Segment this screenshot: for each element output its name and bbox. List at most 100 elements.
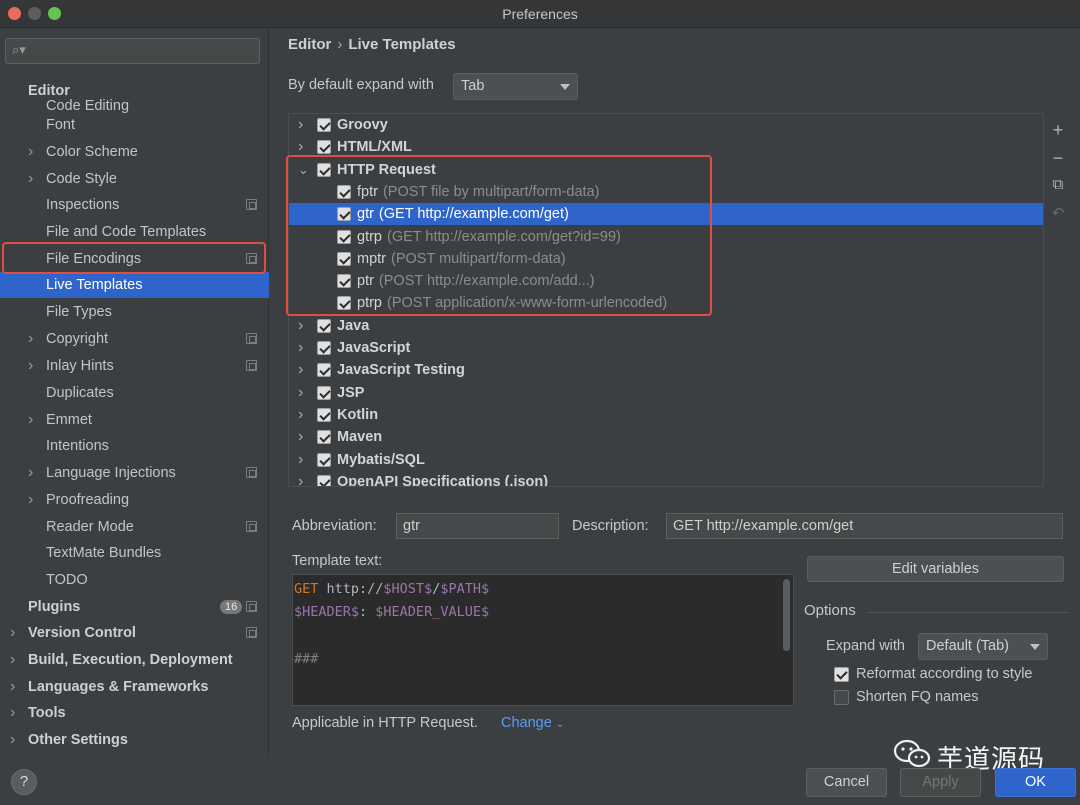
sidebar-item-file-types[interactable]: File Types <box>0 299 269 325</box>
chevron-right-icon[interactable]: › <box>298 449 303 471</box>
template-text-scrollbar[interactable] <box>783 579 790 651</box>
cancel-button[interactable]: Cancel <box>806 768 887 797</box>
chevron-right-icon[interactable]: › <box>28 353 33 379</box>
group-checkbox[interactable] <box>317 430 331 445</box>
ok-button[interactable]: OK <box>995 768 1076 797</box>
group-checkbox[interactable] <box>317 385 331 400</box>
template-token: GET <box>294 581 319 597</box>
template-group-row[interactable]: › OpenAPI Specifications (.json) <box>289 471 1043 487</box>
group-checkbox[interactable] <box>317 341 331 355</box>
template-text-label: Template text: <box>292 553 383 569</box>
options-divider <box>868 612 1068 613</box>
chevron-right-icon[interactable]: › <box>28 326 33 352</box>
sidebar-item-todo[interactable]: TODO <box>0 567 269 593</box>
change-context-link[interactable]: Change ⌄ <box>501 715 564 731</box>
sidebar-item-label: Plugins <box>28 599 81 615</box>
minus-icon[interactable]: − <box>1050 148 1066 169</box>
plus-icon[interactable]: + <box>1050 120 1066 141</box>
sidebar-item-label: Tools <box>28 705 66 721</box>
description-input[interactable]: GET http://example.com/get <box>666 513 1063 539</box>
sidebar-item-intentions[interactable]: Intentions <box>0 433 269 459</box>
sidebar-item-version-control[interactable]: › Version Control <box>0 620 269 646</box>
sidebar-item-code-style[interactable]: › Code Style <box>0 166 269 192</box>
chevron-right-icon[interactable]: › <box>10 674 15 700</box>
breadcrumb-parent[interactable]: Editor <box>288 36 331 53</box>
wechat-icon <box>893 739 931 768</box>
sidebar-item-font[interactable]: Font <box>0 112 269 138</box>
sidebar-item-inlay-hints[interactable]: › Inlay Hints <box>0 353 269 379</box>
sidebar-item-proofreading[interactable]: › Proofreading <box>0 487 269 513</box>
chevron-right-icon[interactable]: › <box>298 315 303 337</box>
template-group-row[interactable]: › Kotlin <box>289 404 1043 426</box>
sidebar-item-plugins[interactable]: Plugins 16 <box>0 594 269 620</box>
chevron-right-icon[interactable]: › <box>10 647 15 673</box>
sidebar-item-languages-frameworks[interactable]: › Languages & Frameworks <box>0 674 269 700</box>
template-text-editor[interactable]: GET http://$HOST$/$PATH$ $HEADER$: $HEADE… <box>292 574 794 706</box>
template-group-row[interactable]: › JSP <box>289 382 1043 404</box>
sidebar-item-label: Copyright <box>46 331 109 347</box>
chevron-right-icon[interactable]: › <box>298 382 303 404</box>
template-group-row[interactable]: › Groovy <box>289 114 1043 136</box>
template-group-row[interactable]: › Maven <box>289 426 1043 448</box>
chevron-right-icon[interactable]: › <box>298 426 303 448</box>
sidebar-item-label: Build, Execution, Deployment <box>28 652 233 668</box>
template-group-name: JavaScript <box>337 340 411 356</box>
chevron-right-icon[interactable]: › <box>298 471 303 486</box>
sidebar-item-language-injections[interactable]: › Language Injections <box>0 460 269 486</box>
chevron-right-icon[interactable]: › <box>28 407 33 433</box>
sidebar-item-copyright[interactable]: › Copyright <box>0 326 269 352</box>
edit-variables-button[interactable]: Edit variables <box>807 556 1064 582</box>
chevron-right-icon[interactable]: › <box>298 404 303 426</box>
sidebar-item-duplicates[interactable]: Duplicates <box>0 380 269 406</box>
sidebar-item-textmate-bundles[interactable]: TextMate Bundles <box>0 540 269 566</box>
template-group-row[interactable]: › Java <box>289 315 1043 337</box>
sidebar-item-label: Inlay Hints <box>46 358 114 374</box>
breadcrumb-separator: › <box>337 36 343 53</box>
reformat-checkbox[interactable] <box>834 667 849 682</box>
chevron-down-icon: ⌄ <box>555 719 565 730</box>
chevron-right-icon[interactable]: › <box>28 487 33 513</box>
chevron-right-icon[interactable]: › <box>28 139 33 165</box>
group-checkbox[interactable] <box>317 363 331 378</box>
project-settings-icon <box>246 467 257 478</box>
template-text-line: $HEADER$: $HEADER_VALUE$ <box>294 601 793 624</box>
sidebar-item-tools[interactable]: › Tools <box>0 700 269 726</box>
group-checkbox[interactable] <box>317 452 331 467</box>
sidebar-item-color-scheme[interactable]: › Color Scheme <box>0 139 269 165</box>
apply-button[interactable]: Apply <box>900 768 981 797</box>
sidebar-item-live-templates[interactable]: Live Templates <box>0 272 269 298</box>
help-button[interactable]: ? <box>11 769 37 795</box>
chevron-right-icon[interactable]: › <box>298 359 303 381</box>
chevron-right-icon[interactable]: › <box>298 337 303 359</box>
template-group-name: OpenAPI Specifications (.json) <box>337 473 549 487</box>
duplicate-icon[interactable]: ⧉ <box>1050 176 1066 193</box>
sidebar-item-build-execution-deployment[interactable]: › Build, Execution, Deployment <box>0 647 269 673</box>
sidebar-item-label: Color Scheme <box>46 144 138 160</box>
revert-icon[interactable]: ↶ <box>1050 204 1066 222</box>
sidebar-item-reader-mode[interactable]: Reader Mode <box>0 514 269 540</box>
chevron-right-icon[interactable]: › <box>28 460 33 486</box>
default-expand-select[interactable]: Tab <box>453 73 578 100</box>
search-input[interactable]: ⌕▾ <box>5 38 260 64</box>
expand-with-select[interactable]: Default (Tab) <box>918 633 1048 660</box>
template-group-row[interactable]: › JavaScript <box>289 337 1043 359</box>
sidebar-item-inspections[interactable]: Inspections <box>0 192 269 218</box>
chevron-right-icon[interactable]: › <box>28 166 33 192</box>
template-token: $HEADER_VALUE$ <box>375 604 490 620</box>
chevron-right-icon[interactable]: › <box>10 727 15 753</box>
sidebar-item-emmet[interactable]: › Emmet <box>0 407 269 433</box>
abbreviation-input[interactable]: gtr <box>396 513 559 539</box>
sidebar-item-other-settings[interactable]: › Other Settings <box>0 727 269 753</box>
chevron-right-icon[interactable]: › <box>10 620 15 646</box>
group-checkbox[interactable] <box>317 474 331 486</box>
chevron-right-icon[interactable]: › <box>298 114 303 136</box>
template-group-row[interactable]: › JavaScript Testing <box>289 359 1043 381</box>
chevron-right-icon[interactable]: › <box>10 700 15 726</box>
group-checkbox[interactable] <box>317 140 331 155</box>
group-checkbox[interactable] <box>317 118 331 132</box>
shorten-fq-checkbox[interactable] <box>834 690 849 705</box>
template-token: $HEADER$ <box>294 604 360 620</box>
template-group-row[interactable]: › Mybatis/SQL <box>289 449 1043 471</box>
group-checkbox[interactable] <box>317 318 331 333</box>
group-checkbox[interactable] <box>317 407 331 422</box>
